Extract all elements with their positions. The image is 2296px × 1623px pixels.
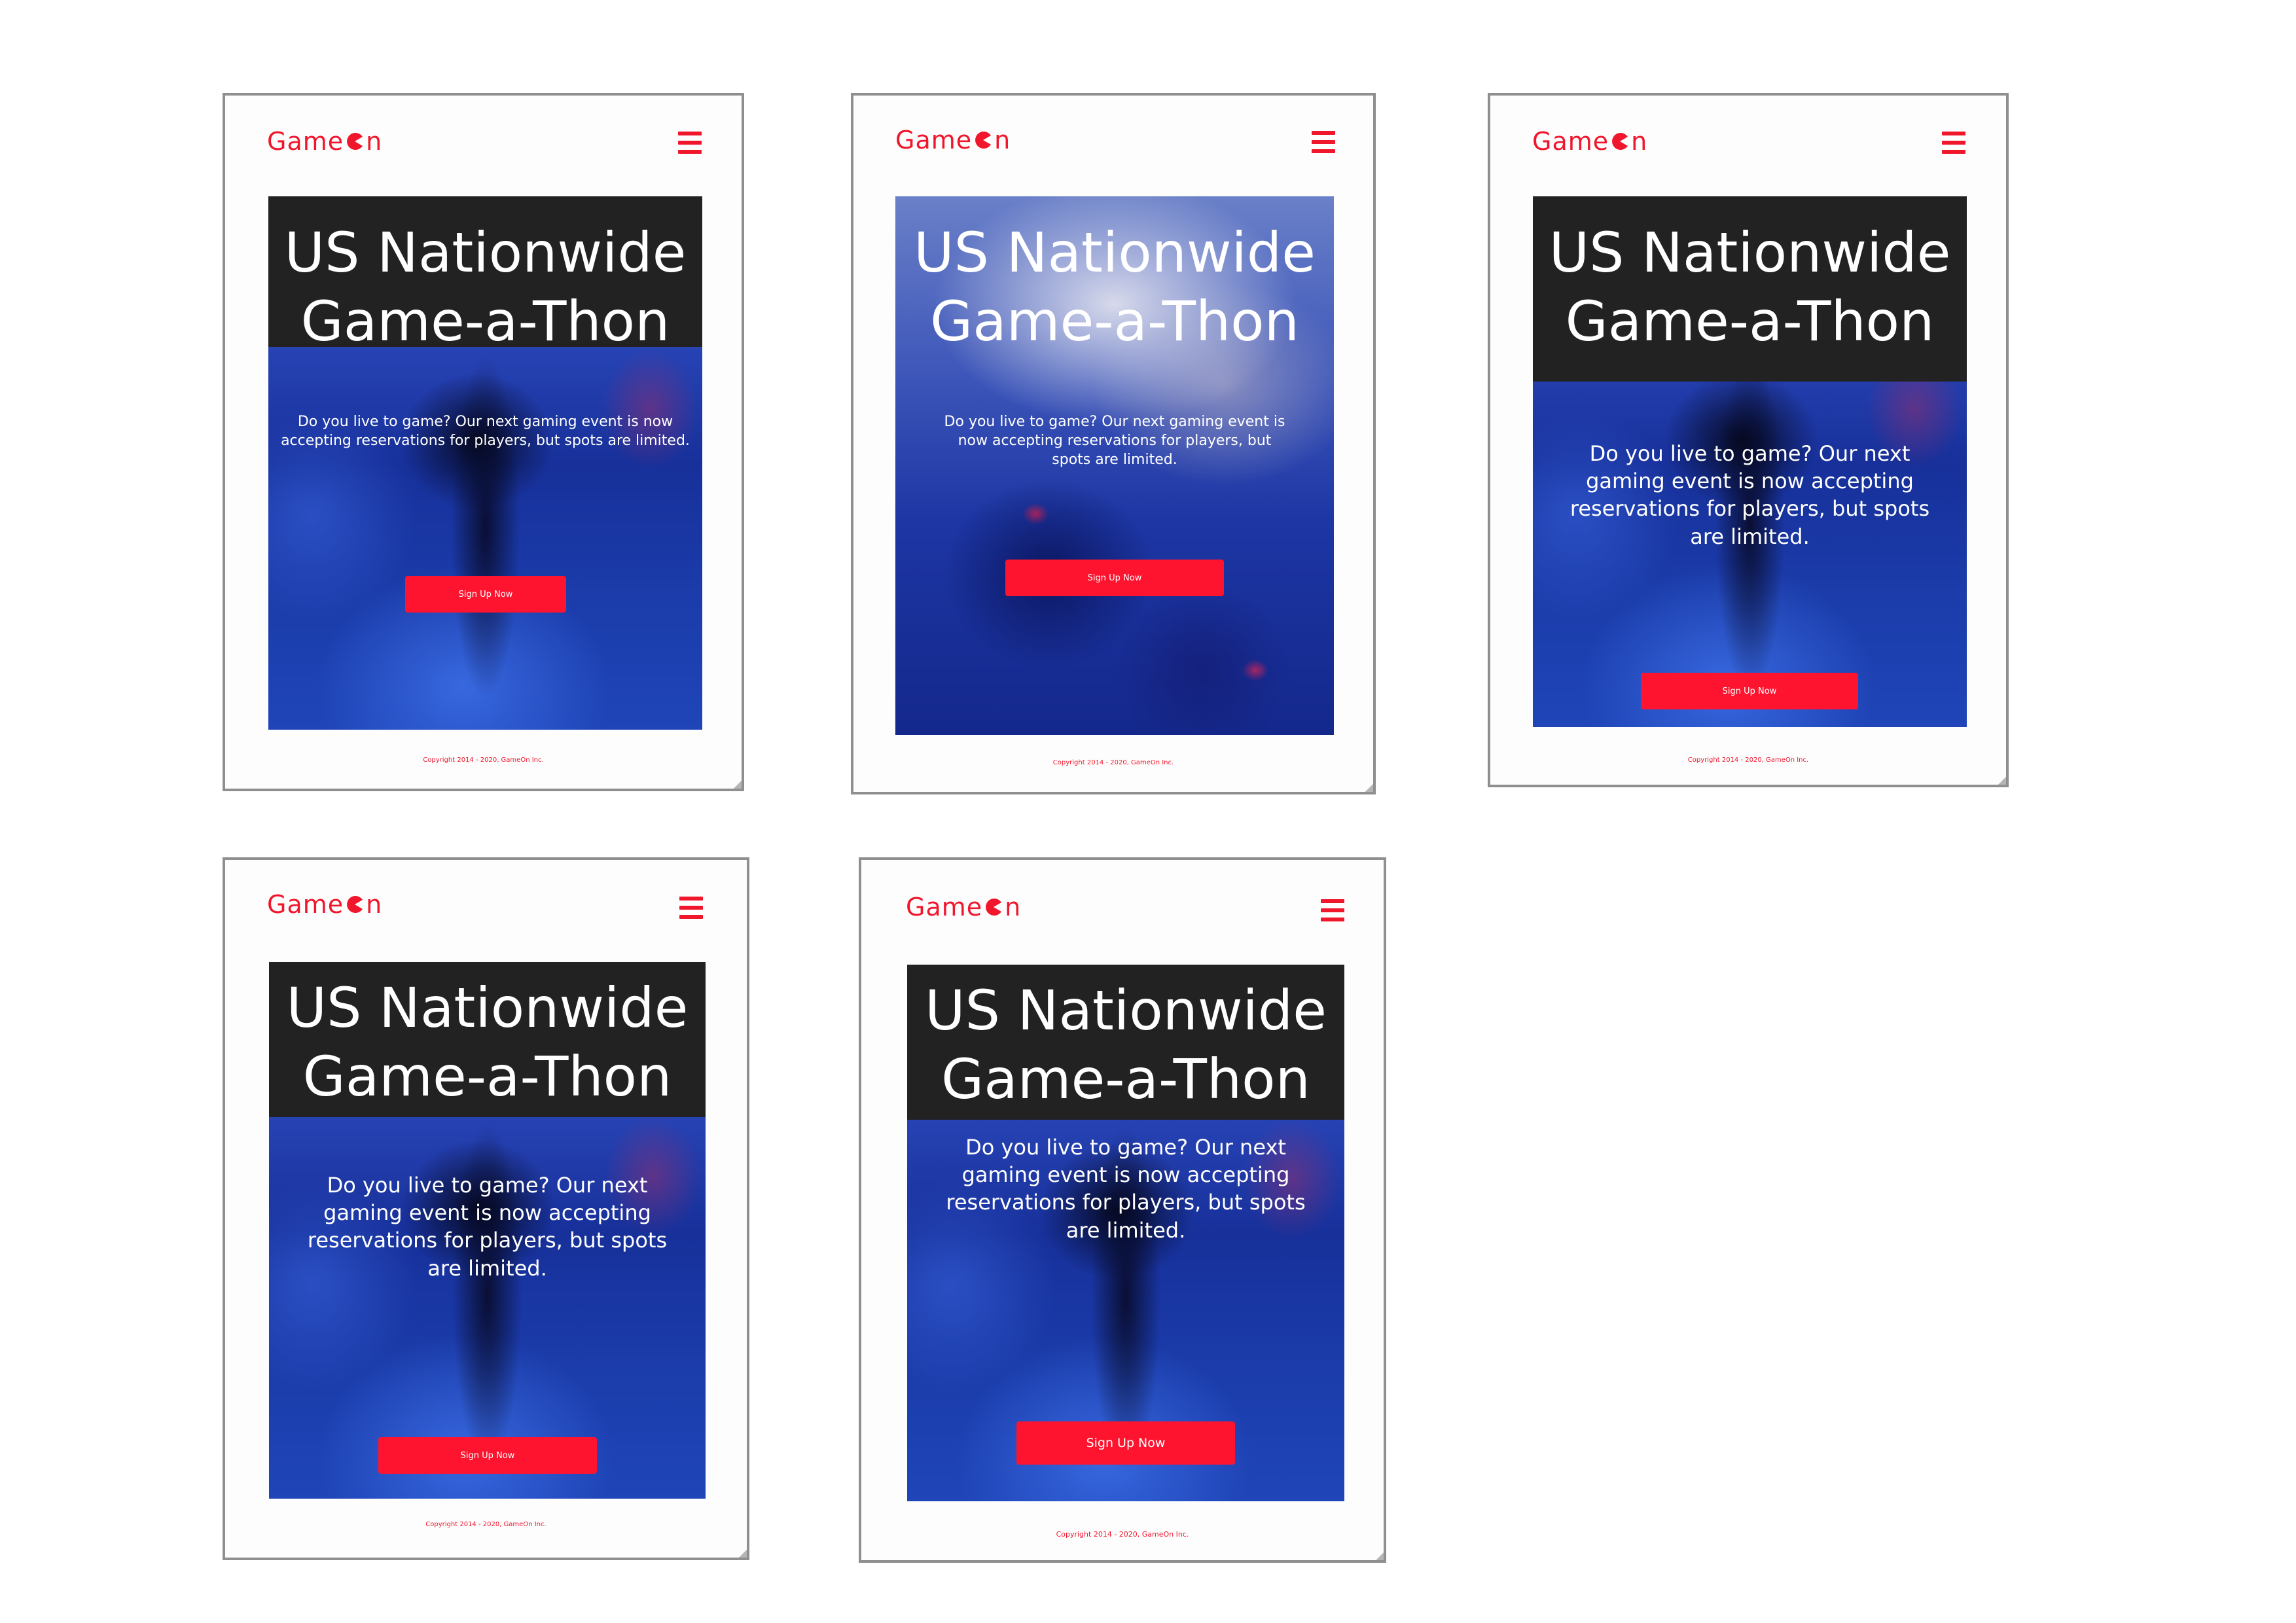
sign-up-button[interactable]: Sign Up Now xyxy=(405,576,566,613)
hero-section: US Nationwide Game-a-Thon Do you live to… xyxy=(907,965,1344,1501)
brand-logo-prefix: Game xyxy=(895,126,973,154)
brand-logo-suffix: n xyxy=(1631,127,1648,156)
hero-title-line1: US Nationwide xyxy=(914,221,1316,285)
hero-description: Do you live to game? Our next gaming eve… xyxy=(1570,441,1930,549)
hero-section: US Nationwide Game-a-Thon Do you live to… xyxy=(268,196,702,730)
mockup-frame-1: Game n US Nationwide Game-a-Thon Do you l… xyxy=(223,93,744,791)
brand-logo-suffix: n xyxy=(366,127,383,156)
hero-title-line1: US Nationwide xyxy=(284,221,687,285)
brand-logo-prefix: Game xyxy=(267,890,344,919)
mockup-frame-3: Game n US Nationwide Game-a-Thon Do you l… xyxy=(1488,93,2009,787)
hamburger-menu-icon[interactable] xyxy=(1942,132,1965,154)
hero-description: Do you live to game? Our next gaming eve… xyxy=(281,414,690,450)
hamburger-menu-icon[interactable] xyxy=(1321,899,1344,921)
sign-up-button[interactable]: Sign Up Now xyxy=(378,1437,597,1474)
pacman-o-icon xyxy=(975,132,992,149)
hero-description: Do you live to game? Our next gaming eve… xyxy=(307,1173,668,1281)
mockup-frame-4: Game n US Nationwide Game-a-Thon Do you l… xyxy=(223,857,749,1560)
pacman-o-icon xyxy=(347,133,363,150)
hero-section: US Nationwide Game-a-Thon Do you live to… xyxy=(895,196,1334,735)
hero-description: Do you live to game? Our next gaming eve… xyxy=(944,414,1285,469)
hero-title: US Nationwide Game-a-Thon xyxy=(1533,219,1967,356)
hamburger-menu-icon[interactable] xyxy=(678,132,702,154)
footer-copyright: Copyright 2014 - 2020, GameOn Inc. xyxy=(423,757,544,764)
hero-title: US Nationwide Game-a-Thon xyxy=(907,976,1344,1114)
brand-logo-prefix: Game xyxy=(906,893,983,921)
hero-title-line2: Game-a-Thon xyxy=(302,1044,672,1109)
brand-logo[interactable]: Game n xyxy=(267,127,382,156)
mockup-frame-2: Game n US Nationwide Game-a-Thon Do you l… xyxy=(851,93,1376,794)
hero-title-line2: Game-a-Thon xyxy=(1565,289,1935,353)
hero-title-line2: Game-a-Thon xyxy=(930,289,1299,353)
hero-section: US Nationwide Game-a-Thon Do you live to… xyxy=(1533,196,1967,727)
pacman-o-icon xyxy=(986,899,1002,916)
footer-copyright: Copyright 2014 - 2020, GameOn Inc. xyxy=(1052,759,1174,766)
footer-copyright: Copyright 2014 - 2020, GameOn Inc. xyxy=(425,1521,547,1528)
hero-description: Do you live to game? Our next gaming eve… xyxy=(946,1135,1306,1243)
brand-logo[interactable]: Game n xyxy=(906,893,1021,921)
brand-logo-suffix: n xyxy=(1005,893,1022,921)
footer-copyright: Copyright 2014 - 2020, GameOn Inc. xyxy=(1056,1530,1189,1539)
hero-title: US Nationwide Game-a-Thon xyxy=(269,974,706,1111)
sign-up-button[interactable]: Sign Up Now xyxy=(1641,673,1858,709)
hero-title: US Nationwide Game-a-Thon xyxy=(895,219,1334,356)
hero-title-line1: US Nationwide xyxy=(925,978,1327,1043)
hero-section: US Nationwide Game-a-Thon Do you live to… xyxy=(269,962,706,1499)
brand-logo-prefix: Game xyxy=(267,127,344,156)
hero-title-line2: Game-a-Thon xyxy=(941,1047,1310,1111)
sign-up-button[interactable]: Sign Up Now xyxy=(1005,560,1224,596)
hero-title-line2: Game-a-Thon xyxy=(300,289,670,353)
brand-logo[interactable]: Game n xyxy=(895,126,1011,154)
hero-title-line1: US Nationwide xyxy=(286,976,689,1040)
brand-logo[interactable]: Game n xyxy=(267,890,382,919)
brand-logo-suffix: n xyxy=(366,890,383,919)
hero-title-line1: US Nationwide xyxy=(1549,221,1951,285)
hero-title: US Nationwide Game-a-Thon xyxy=(268,219,702,356)
sign-up-button[interactable]: Sign Up Now xyxy=(1016,1421,1235,1465)
hamburger-menu-icon[interactable] xyxy=(679,897,703,919)
mockup-frame-5: Game n US Nationwide Game-a-Thon Do you l… xyxy=(859,857,1386,1563)
hamburger-menu-icon[interactable] xyxy=(1312,131,1335,153)
brand-logo[interactable]: Game n xyxy=(1532,127,1647,156)
brand-logo-prefix: Game xyxy=(1532,127,1609,156)
footer-copyright: Copyright 2014 - 2020, GameOn Inc. xyxy=(1687,757,1809,764)
pacman-o-icon xyxy=(347,896,363,913)
brand-logo-suffix: n xyxy=(994,126,1011,154)
pacman-o-icon xyxy=(1612,133,1628,150)
